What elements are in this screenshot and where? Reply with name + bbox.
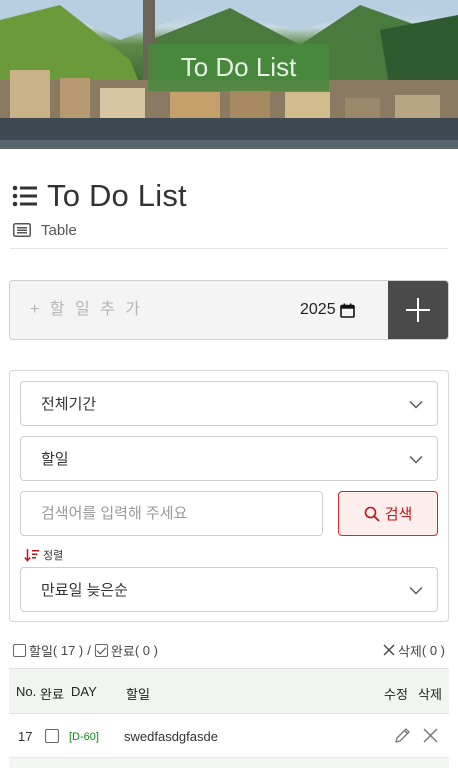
due-date-value: 2025 [300, 301, 336, 318]
search-button-label: 검색 [384, 506, 413, 523]
filter-panel: 전체기간 할일 검색 정렬 만료일 늦은순 [9, 370, 449, 622]
divider [10, 248, 448, 249]
search-input[interactable] [20, 491, 323, 536]
search-button[interactable]: 검색 [338, 491, 438, 536]
todo-label: 할일 [29, 643, 53, 659]
plus-icon [406, 298, 430, 322]
select-done-checkbox[interactable] [94, 643, 108, 657]
column-day: DAY [71, 684, 97, 699]
column-done: 완료 [40, 687, 64, 702]
period-select-value: 전체기간 [41, 396, 97, 413]
row-number: 17 [18, 729, 33, 744]
row-done-checkbox[interactable] [45, 729, 59, 743]
table-row: 17 [D-60] swedfasdgfasde [9, 714, 449, 758]
page-header: To Do List [10, 176, 450, 216]
column-delete: 삭제 [418, 687, 442, 702]
next-row-edge [9, 758, 449, 768]
select-todo-checkbox[interactable] [13, 643, 26, 657]
bulk-delete-button[interactable]: 삭제 ( 0 ) [383, 641, 445, 660]
sort-label: 정렬 [43, 550, 64, 562]
close-icon[interactable] [422, 727, 439, 744]
sort-descending-icon [24, 549, 39, 562]
summary-separator: / [87, 642, 91, 658]
column-edit: 수정 [384, 687, 408, 702]
search-icon [364, 506, 380, 522]
table-icon [13, 223, 31, 237]
chevron-down-icon [409, 456, 423, 464]
chevron-down-icon [409, 401, 423, 409]
delete-count: ( 0 ) [421, 642, 445, 658]
table-header: No. 완료 DAY 할일 수정 삭제 [9, 668, 449, 714]
banner-title: To Do List [180, 52, 297, 82]
calendar-icon[interactable] [339, 303, 355, 318]
pencil-icon[interactable] [394, 727, 411, 744]
page-title: To Do List [47, 178, 187, 213]
search-field-select[interactable]: 할일 [20, 436, 438, 481]
done-label: 완료 [110, 643, 135, 659]
view-mode-label: Table [41, 221, 77, 239]
list-icon [12, 185, 37, 207]
row-dday: [D-60] [69, 731, 99, 743]
column-no: No. [16, 684, 37, 699]
sort-select[interactable]: 만료일 늦은순 [20, 567, 438, 612]
done-count: ( 0 ) [134, 642, 158, 658]
view-mode[interactable]: Table [13, 219, 77, 241]
summary-bar: 할일 ( 17 ) / 완료 ( 0 ) 삭제 ( 0 ) [13, 640, 445, 660]
row-task[interactable]: swedfasdgfasde [124, 729, 218, 744]
sort-label-row: 정렬 [24, 547, 63, 563]
add-todo-form: 2025 [9, 280, 449, 340]
add-todo-input[interactable] [10, 281, 300, 339]
banner-title-box: To Do List [148, 44, 329, 91]
period-select[interactable]: 전체기간 [20, 381, 438, 426]
due-date-picker[interactable]: 2025 [300, 281, 388, 339]
delete-label: 삭제 [397, 643, 422, 659]
close-icon [383, 644, 395, 656]
todo-count: ( 17 ) [52, 642, 84, 658]
add-todo-button[interactable] [388, 281, 448, 339]
chevron-down-icon [409, 587, 423, 595]
banner-image: To Do List [0, 0, 458, 149]
sort-select-value: 만료일 늦은순 [41, 582, 128, 599]
search-field-select-value: 할일 [41, 451, 69, 468]
column-task: 할일 [126, 687, 150, 702]
